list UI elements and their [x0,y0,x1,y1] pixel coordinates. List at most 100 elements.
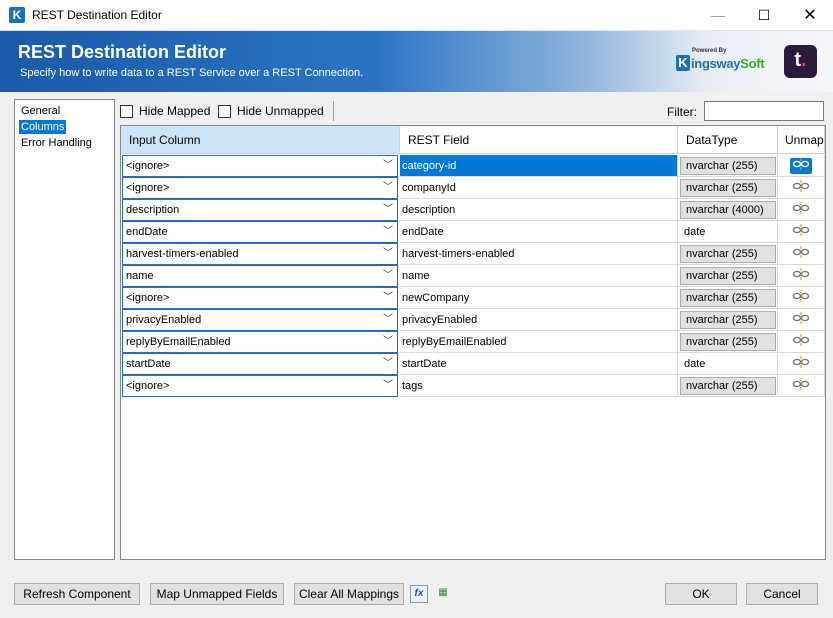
datatype-button[interactable]: nvarchar (255) [680,289,776,307]
input-column-dropdown[interactable]: <ignore> ﹀ [122,287,398,309]
datatype-cell[interactable]: nvarchar (255) [678,331,778,353]
input-column-dropdown[interactable]: description ﹀ [122,199,398,221]
input-column-dropdown[interactable]: <ignore> ﹀ [122,375,398,397]
unmap-chain-icon[interactable] [790,290,812,306]
datatype-button[interactable]: nvarchar (255) [680,179,776,197]
unmap-chain-icon[interactable] [790,268,812,284]
clear-all-mappings-button[interactable]: Clear All Mappings [294,583,404,605]
input-column-dropdown[interactable]: <ignore> ﹀ [122,155,398,177]
input-column-dropdown[interactable]: <ignore> ﹀ [122,177,398,199]
unmap-chain-icon[interactable] [790,158,812,174]
table-row[interactable]: description ﹀ description nvarchar (4000) [121,199,825,221]
rest-field-cell[interactable]: replyByEmailEnabled [400,331,678,353]
unmap-chain-icon[interactable] [790,180,812,196]
table-row[interactable]: harvest-timers-enabled ﹀ harvest-timers-en… [121,243,825,265]
input-column-dropdown[interactable]: startDate ﹀ [122,353,398,375]
chevron-down-icon[interactable]: ﹀ [383,310,393,330]
datatype-cell[interactable]: nvarchar (255) [678,155,778,177]
map-unmapped-fields-button[interactable]: Map Unmapped Fields [150,583,284,605]
header-rest-field[interactable]: REST Field [400,126,678,154]
datatype-cell[interactable]: date [678,221,778,243]
rest-field-cell[interactable]: companyId [400,177,678,199]
sidebar-item-columns[interactable]: Columns [19,120,67,134]
datatype-button[interactable]: nvarchar (4000) [680,201,776,219]
filter-label: Filter: [667,105,697,119]
chevron-down-icon[interactable]: ﹀ [383,266,393,286]
chevron-down-icon[interactable]: ﹀ [383,376,393,396]
unmap-chain-icon[interactable] [790,224,812,240]
datatype-cell[interactable]: date [678,353,778,375]
datatype-cell[interactable]: nvarchar (255) [678,375,778,397]
datatype-cell[interactable]: nvarchar (255) [678,243,778,265]
rest-field-cell[interactable]: name [400,265,678,287]
unmap-chain-icon[interactable] [790,378,812,394]
header-unmap[interactable]: Unmap [778,126,825,154]
datatype-button[interactable]: nvarchar (255) [680,245,776,263]
datatype-button[interactable]: nvarchar (255) [680,311,776,329]
table-row[interactable]: <ignore> ﹀ category-id nvarchar (255) [121,155,825,177]
chevron-down-icon[interactable]: ﹀ [383,156,393,176]
cancel-button[interactable]: Cancel [746,583,818,605]
datatype-button[interactable]: nvarchar (255) [680,377,776,395]
table-row[interactable]: replyByEmailEnabled ﹀ replyByEmailEnabled n… [121,331,825,353]
datatype-cell[interactable]: nvarchar (255) [678,177,778,199]
datatype-button[interactable]: nvarchar (255) [680,333,776,351]
rest-field-cell[interactable]: tags [400,375,678,397]
input-column-dropdown[interactable]: name ﹀ [122,265,398,287]
chevron-down-icon[interactable]: ﹀ [383,222,393,242]
hide-mapped-checkbox[interactable] [120,105,133,118]
spreadsheet-icon[interactable]: ▦ [434,585,452,603]
unmap-chain-icon[interactable] [790,356,812,372]
unmap-chain-icon[interactable] [790,202,812,218]
input-column-dropdown[interactable]: endDate ﹀ [122,221,398,243]
rest-field-cell[interactable]: startDate [400,353,678,375]
rest-field-cell[interactable]: category-id [400,155,678,177]
chevron-down-icon[interactable]: ﹀ [383,288,393,308]
chevron-down-icon[interactable]: ﹀ [383,200,393,220]
rest-field-cell[interactable]: harvest-timers-enabled [400,243,678,265]
sidebar-item-general[interactable]: General [19,104,62,118]
table-row[interactable]: <ignore> ﹀ newCompany nvarchar (255) [121,287,825,309]
datatype-button[interactable]: nvarchar (255) [680,267,776,285]
unmap-cell [778,309,825,331]
table-row[interactable]: endDate ﹀ endDate date [121,221,825,243]
chevron-down-icon[interactable]: ﹀ [383,178,393,198]
brand-name-b: Soft [740,56,765,71]
chevron-down-icon[interactable]: ﹀ [383,332,393,352]
input-column-dropdown[interactable]: replyByEmailEnabled ﹀ [122,331,398,353]
datatype-cell[interactable]: nvarchar (4000) [678,199,778,221]
table-row[interactable]: <ignore> ﹀ companyId nvarchar (255) [121,177,825,199]
chevron-down-icon[interactable]: ﹀ [383,244,393,264]
chevron-down-icon[interactable]: ﹀ [383,354,393,374]
table-row[interactable]: startDate ﹀ startDate date [121,353,825,375]
hide-unmapped-checkbox[interactable] [218,105,231,118]
datatype-cell[interactable]: nvarchar (255) [678,265,778,287]
refresh-component-button[interactable]: Refresh Component [14,583,140,605]
rest-field-cell[interactable]: privacyEnabled [400,309,678,331]
sidebar-item-error-handling[interactable]: Error Handling [19,136,94,150]
table-row[interactable]: privacyEnabled ﹀ privacyEnabled nvarchar (2… [121,309,825,331]
brand-name-a: ingsway [691,56,741,71]
table-row[interactable]: <ignore> ﹀ tags nvarchar (255) [121,375,825,397]
expression-fx-icon[interactable]: fx [410,585,428,603]
broken-chain-icon [792,180,810,192]
rest-field-cell[interactable]: endDate [400,221,678,243]
header-input-column[interactable]: Input Column [121,126,400,154]
datatype-cell[interactable]: nvarchar (255) [678,309,778,331]
unmap-chain-icon[interactable] [790,334,812,350]
unmap-chain-icon[interactable] [790,312,812,328]
header-datatype[interactable]: DataType [678,126,778,154]
table-row[interactable]: name ﹀ name nvarchar (255) [121,265,825,287]
close-button[interactable]: ✕ [787,0,833,31]
datatype-button[interactable]: nvarchar (255) [680,157,776,175]
filter-input[interactable] [704,101,824,121]
input-column-dropdown[interactable]: harvest-timers-enabled ﹀ [122,243,398,265]
maximize-button[interactable]: ☐ [741,0,787,31]
ok-button[interactable]: OK [665,583,737,605]
rest-field-cell[interactable]: newCompany [400,287,678,309]
rest-field-cell[interactable]: description [400,199,678,221]
input-column-dropdown[interactable]: privacyEnabled ﹀ [122,309,398,331]
minimize-button[interactable]: — [695,0,741,31]
unmap-chain-icon[interactable] [790,246,812,262]
datatype-cell[interactable]: nvarchar (255) [678,287,778,309]
